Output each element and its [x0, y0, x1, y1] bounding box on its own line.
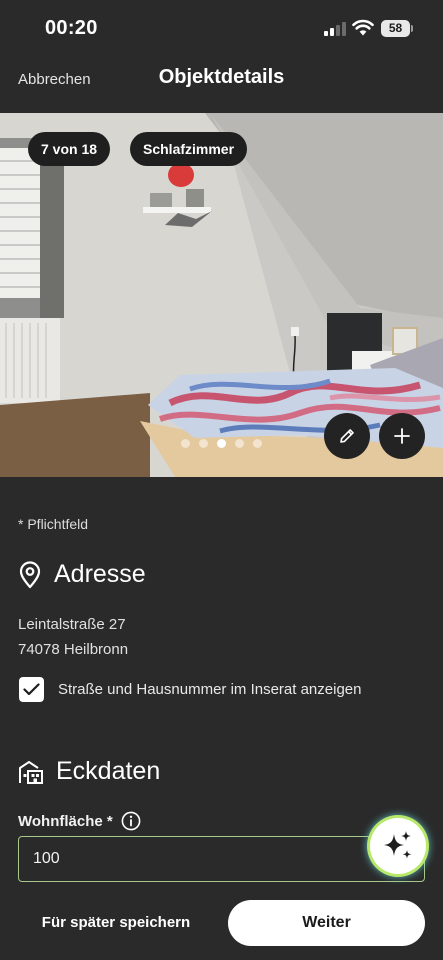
living-area-label: Wohnfläche *: [18, 811, 141, 831]
show-address-label[interactable]: Straße und Hausnummer im Inserat anzeige…: [58, 681, 361, 698]
sparkles-icon: [384, 831, 412, 859]
living-area-input[interactable]: [19, 837, 424, 881]
ai-assistant-button[interactable]: [370, 818, 426, 874]
key-data-heading: Eckdaten: [56, 757, 161, 785]
living-area-label-text: Wohnfläche *: [18, 812, 113, 830]
status-bar: 00:20 58: [0, 0, 443, 58]
cellular-signal-icon: [324, 22, 346, 36]
show-address-checkbox[interactable]: [19, 677, 44, 702]
pencil-icon: [340, 429, 354, 443]
page-title: Objektdetails: [158, 66, 285, 88]
edit-photo-button[interactable]: [324, 413, 370, 459]
address-city: 74078 Heilbronn: [18, 641, 129, 658]
header: Abbrechen Objektdetails: [0, 58, 443, 108]
carousel-pagination: [181, 439, 262, 448]
pagination-dot-active: [217, 439, 226, 448]
building-icon: [19, 760, 43, 784]
required-field-hint: * Pflichtfeld: [18, 516, 89, 532]
room-photo: [0, 113, 443, 477]
battery-level: 58: [388, 21, 403, 35]
info-icon[interactable]: [121, 811, 141, 831]
battery-icon: 58: [381, 20, 413, 37]
key-data-section-heading: Eckdaten: [18, 757, 160, 786]
pagination-dot: [253, 439, 262, 448]
pagination-dot: [181, 439, 190, 448]
add-photo-button[interactable]: [379, 413, 425, 459]
address-section-heading: Adresse: [18, 560, 146, 589]
address-street: Leintalstraße 27: [18, 616, 126, 633]
location-pin-icon: [19, 560, 41, 588]
living-area-input-wrapper: [18, 836, 425, 882]
footer-action-bar: Für später speichern Weiter: [0, 885, 443, 960]
pagination-dot: [199, 439, 208, 448]
room-label-badge: Schlafzimmer: [130, 132, 248, 166]
pagination-dot: [235, 439, 244, 448]
address-heading: Adresse: [54, 560, 146, 588]
next-button[interactable]: Weiter: [228, 900, 425, 946]
plus-icon: [394, 428, 410, 444]
photo-counter-badge: 7 von 18: [28, 132, 111, 166]
show-address-option[interactable]: Straße und Hausnummer im Inserat anzeige…: [19, 677, 361, 702]
save-later-button[interactable]: Für später speichern: [18, 902, 214, 944]
wifi-icon: [352, 19, 374, 36]
clock: 00:20: [45, 17, 98, 39]
checkmark-icon: [23, 683, 40, 696]
photo-carousel[interactable]: 7 von 18 Schlafzimmer: [0, 113, 443, 477]
